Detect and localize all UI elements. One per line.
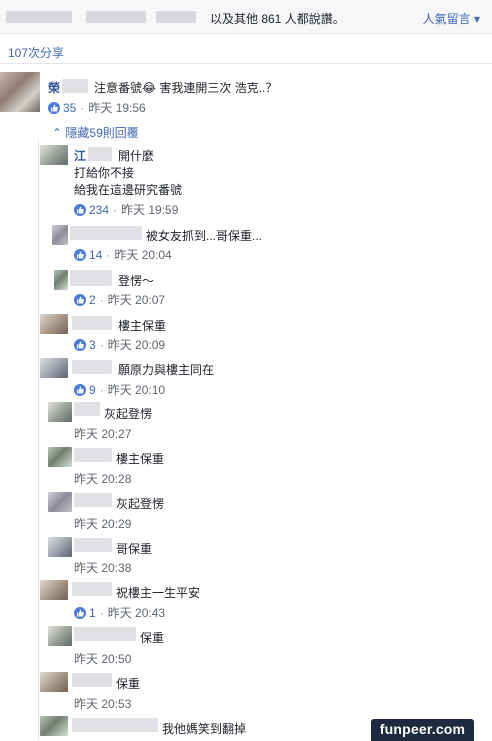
timestamp[interactable]: 昨天 20:27 — [74, 425, 131, 442]
blurred-name — [74, 493, 112, 507]
reply-text: 登愣～ — [118, 274, 155, 288]
like-count[interactable]: 234 — [89, 203, 109, 217]
timestamp[interactable]: 昨天 20:29 — [74, 515, 131, 532]
timestamp[interactable]: 昨天 20:43 — [108, 606, 165, 620]
reply-meta: 2 · 昨天 20:07 — [74, 291, 165, 308]
avatar[interactable] — [40, 580, 68, 600]
thumbs-up-icon — [74, 607, 86, 619]
reply-text: 保重 — [116, 677, 141, 691]
reply-meta: 14 · 昨天 20:04 — [74, 246, 172, 263]
reply-meta: 9 · 昨天 20:10 — [74, 381, 165, 398]
blurred-name — [88, 147, 112, 161]
chevron-up-icon: ⌃ — [52, 126, 63, 140]
avatar[interactable] — [48, 447, 72, 467]
blurred-name — [72, 360, 112, 374]
blurred-name — [74, 402, 100, 416]
like-count[interactable]: 1 — [89, 606, 96, 620]
blurred-name — [74, 448, 112, 462]
like-count[interactable]: 9 — [89, 383, 96, 397]
reply-text: 樓主保重 — [118, 319, 167, 333]
avatar[interactable] — [40, 716, 68, 736]
timestamp[interactable]: 昨天 20:04 — [114, 248, 171, 262]
avatar[interactable] — [48, 402, 72, 422]
comment-text: 注意番號😂 害我連開三次 浩克..？ — [94, 81, 278, 95]
blurred-name — [72, 718, 158, 732]
reply-text: 打給你不接 — [74, 166, 135, 180]
like-count[interactable]: 2 — [89, 293, 96, 307]
timestamp[interactable]: 昨天 20:07 — [108, 293, 165, 307]
blurred-name — [72, 582, 112, 596]
timestamp[interactable]: 昨天 19:56 — [88, 101, 145, 115]
share-count[interactable]: 107次分享 — [8, 44, 64, 61]
laugh-emoji-icon: 😂 — [142, 81, 157, 95]
reply-text: 開什麼 — [118, 149, 155, 163]
timestamp[interactable]: 昨天 20:53 — [74, 695, 131, 712]
timestamp[interactable]: 昨天 20:50 — [74, 650, 131, 667]
timestamp[interactable]: 昨天 20:28 — [74, 470, 131, 487]
comment-meta: 35 · 昨天 19:56 — [48, 99, 146, 116]
reply-author[interactable]: 江 — [74, 147, 86, 164]
avatar[interactable] — [48, 626, 72, 646]
reply-text: 祝樓主一生平安 — [116, 586, 201, 600]
blurred-name — [74, 538, 112, 552]
reply-meta: 234 · 昨天 19:59 — [74, 201, 178, 218]
blurred-name — [70, 270, 112, 286]
thumbs-up-icon — [74, 339, 86, 351]
avatar[interactable] — [52, 225, 68, 245]
reply-meta: 1 · 昨天 20:43 — [74, 604, 165, 621]
avatar[interactable] — [40, 145, 68, 165]
thumbs-up-icon — [74, 249, 86, 261]
timestamp[interactable]: 昨天 20:38 — [74, 559, 131, 576]
like-count[interactable]: 35 — [63, 101, 76, 115]
blurred-name — [70, 226, 142, 240]
reply-text: 樓主保重 — [116, 452, 165, 466]
blurred-name — [86, 11, 146, 23]
timestamp[interactable]: 昨天 20:09 — [108, 338, 165, 352]
avatar[interactable] — [48, 492, 72, 512]
reply-text: 灰起登愣 — [116, 497, 165, 511]
thumbs-up-icon — [74, 294, 86, 306]
share-row: 107次分享 — [0, 38, 492, 64]
blurred-name — [62, 79, 88, 93]
thumbs-up-icon — [74, 384, 86, 396]
reply-text: 被女友抓到...哥保重... — [146, 229, 263, 243]
hide-replies-toggle[interactable]: ⌃ 隱藏59則回覆 — [52, 124, 139, 141]
blurred-name — [6, 11, 72, 23]
timestamp[interactable]: 昨天 19:59 — [121, 203, 178, 217]
reply-text: 給我在這邊研究番號 — [74, 183, 183, 197]
reply-text: 哥保重 — [116, 542, 153, 556]
likes-summary[interactable]: 以及其他 861 人都說讚。 — [210, 10, 345, 27]
reply-meta: 3 · 昨天 20:09 — [74, 336, 165, 353]
top-comments-dropdown[interactable]: 人氣留言 ▾ — [423, 10, 480, 27]
blurred-name — [156, 11, 196, 23]
blurred-name — [72, 673, 112, 687]
like-count[interactable]: 14 — [89, 248, 102, 262]
avatar[interactable] — [40, 672, 68, 692]
reply-text: 保重 — [140, 631, 165, 645]
avatar[interactable] — [48, 537, 72, 557]
thumbs-up-icon — [48, 102, 60, 114]
comment-author[interactable]: 榮 — [48, 79, 60, 96]
reply-text: 我他媽笑到翻掉 — [162, 722, 247, 736]
avatar[interactable] — [40, 314, 68, 334]
avatar[interactable] — [54, 270, 68, 290]
reactions-bar: 以及其他 861 人都說讚。 人氣留言 ▾ — [0, 0, 492, 34]
thread-line — [38, 140, 39, 740]
blurred-name — [74, 627, 136, 641]
site-watermark: funpeer.com — [371, 719, 474, 741]
blurred-name — [72, 316, 112, 330]
like-count[interactable]: 3 — [89, 338, 96, 352]
reply-text: 願原力與樓主同在 — [118, 363, 215, 377]
thumbs-up-icon — [74, 204, 86, 216]
timestamp[interactable]: 昨天 20:10 — [108, 383, 165, 397]
avatar[interactable] — [40, 358, 68, 378]
reply-text: 灰起登愣 — [104, 407, 153, 421]
avatar[interactable] — [0, 72, 40, 112]
